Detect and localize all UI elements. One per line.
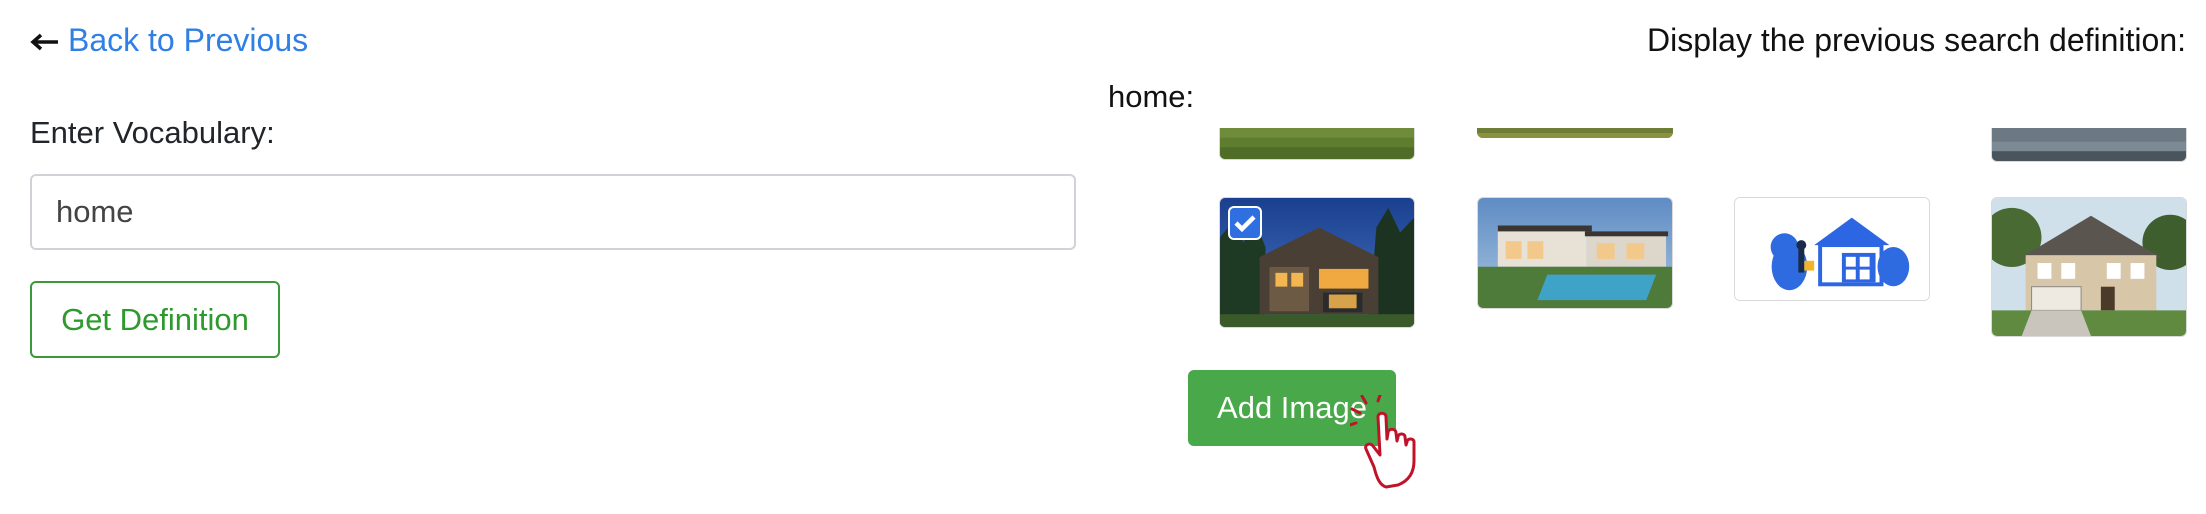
checked-checkbox[interactable] [1228,206,1262,240]
result-word-label: home: [1108,79,1195,114]
image-thumbnail-modern-house-night[interactable] [1219,197,1415,328]
check-icon [1234,215,1256,233]
arrow-left-icon [30,27,60,53]
image-thumbnail-house-with-pool[interactable] [1477,197,1673,309]
vocabulary-input[interactable] [30,174,1076,250]
add-image-button[interactable]: Add Image [1188,370,1396,446]
get-definition-button[interactable]: Get Definition [30,281,280,358]
back-to-previous-link[interactable]: Back to Previous [30,20,308,60]
back-link-label: Back to Previous [68,22,309,58]
image-thumbnail-grass[interactable] [1219,128,1415,160]
image-thumbnail-house-illustration[interactable] [1734,197,1930,301]
previous-definition-label: Display the previous search definition: [1647,22,2186,58]
image-thumbnail-suburban-house[interactable] [1991,197,2187,337]
image-thumbnail-lake[interactable] [1991,128,2187,162]
image-thumbnail-garden[interactable] [1477,128,1673,138]
vocabulary-label: Enter Vocabulary: [30,115,275,150]
